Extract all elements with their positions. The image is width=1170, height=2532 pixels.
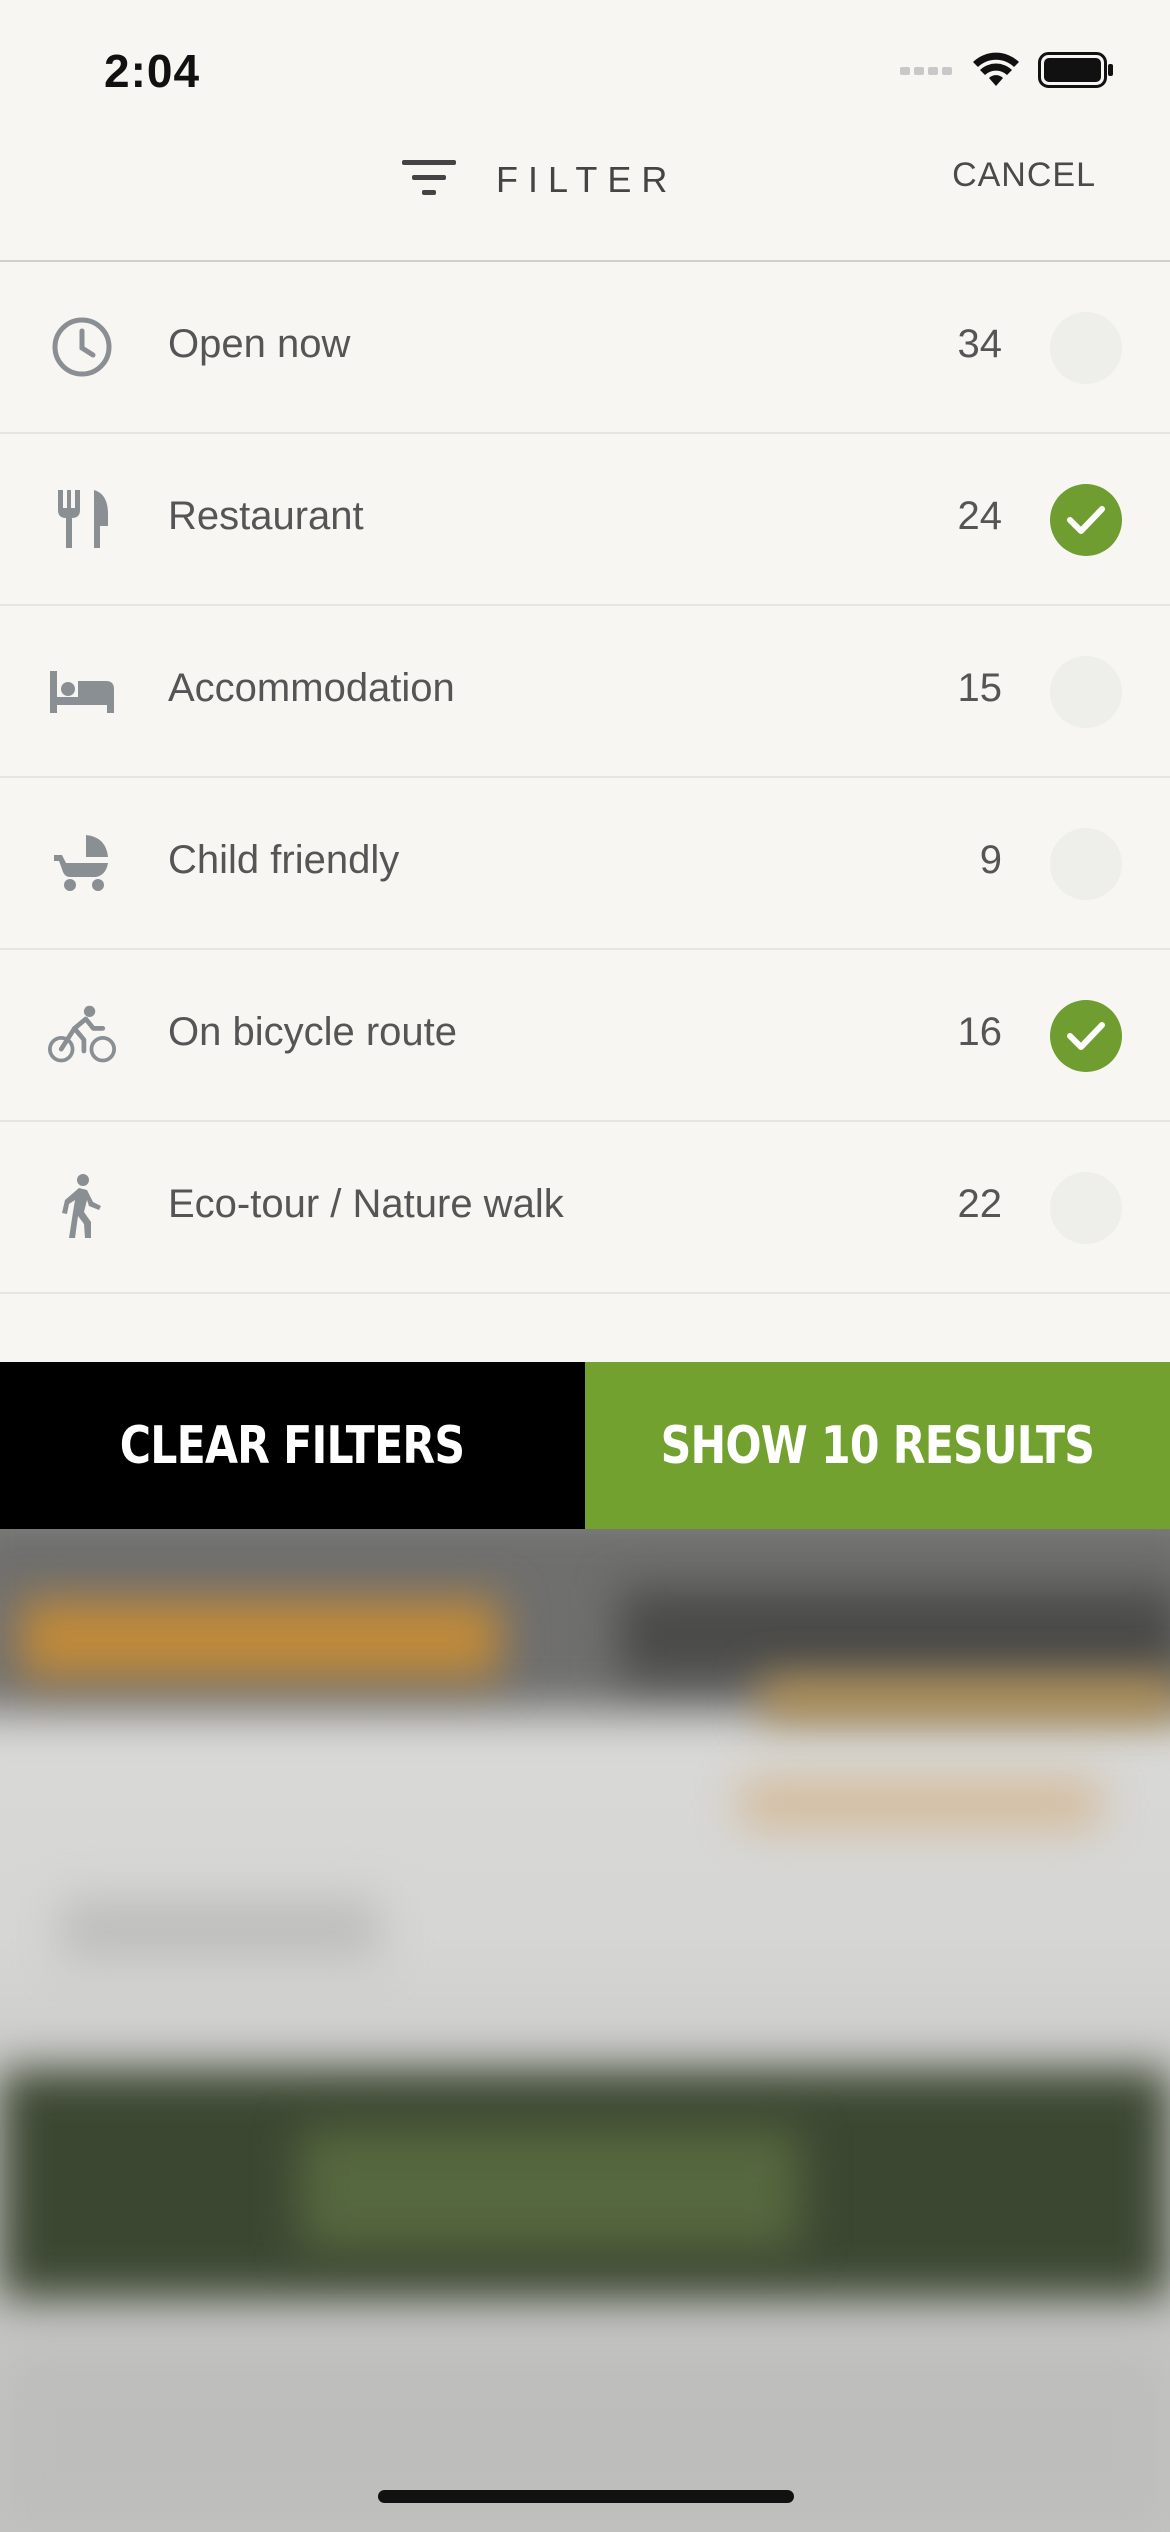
filter-checkbox-checked[interactable] [1050, 1000, 1122, 1072]
show-results-button[interactable]: SHOW 10 RESULTS [585, 1362, 1170, 1529]
cancel-button[interactable]: CANCEL [952, 156, 1096, 195]
filter-count: 15 [957, 666, 1003, 710]
bicycle-icon [48, 1001, 116, 1069]
bed-icon [48, 657, 116, 725]
filter-label: Child friendly [168, 838, 400, 882]
cellular-signal-icon [900, 63, 954, 81]
filter-checkbox[interactable] [1050, 828, 1122, 900]
checkmark-icon [1067, 1022, 1105, 1050]
status-bar: 2:04 [0, 0, 1170, 140]
walking-person-icon [48, 1173, 116, 1241]
home-indicator[interactable] [378, 2490, 794, 2503]
filter-icon [400, 157, 458, 204]
checkmark-icon [1067, 506, 1105, 534]
filter-row-eco-tour[interactable]: Eco-tour / Nature walk 22 [0, 1122, 1170, 1294]
filter-label: Restaurant [168, 494, 364, 538]
filter-checkbox[interactable] [1050, 656, 1122, 728]
wifi-icon [972, 52, 1020, 93]
filter-list: Open now 34 Restaurant 24 Accommodation [0, 262, 1170, 1294]
page-title: FILTER [496, 159, 678, 200]
filter-label: Accommodation [168, 666, 455, 710]
filter-checkbox[interactable] [1050, 1172, 1122, 1244]
show-results-label: SHOW 10 RESULTS [660, 1415, 1095, 1476]
filter-label: Open now [168, 322, 351, 366]
filter-row-bicycle-route[interactable]: On bicycle route 16 [0, 950, 1170, 1122]
filter-count: 24 [957, 494, 1003, 538]
filter-count: 16 [957, 1010, 1003, 1054]
status-icons [900, 51, 1114, 93]
filter-checkbox[interactable] [1050, 312, 1122, 384]
filter-label: Eco-tour / Nature walk [168, 1182, 564, 1226]
header-title-group: FILTER [400, 150, 677, 210]
fork-knife-icon [48, 485, 116, 553]
filter-row-child-friendly[interactable]: Child friendly 9 [0, 778, 1170, 950]
filter-row-restaurant[interactable]: Restaurant 24 [0, 434, 1170, 606]
filter-row-accommodation[interactable]: Accommodation 15 [0, 606, 1170, 778]
clear-filters-label: CLEAR FILTERS [120, 1415, 465, 1476]
filter-header: FILTER CANCEL [0, 120, 1170, 262]
filter-row-open-now[interactable]: Open now 34 [0, 262, 1170, 434]
filter-label: On bicycle route [168, 1010, 458, 1054]
filter-checkbox-checked[interactable] [1050, 484, 1122, 556]
clock-icon [48, 313, 116, 381]
filter-count: 22 [957, 1182, 1003, 1226]
filter-count: 34 [957, 322, 1003, 366]
filter-actions: CLEAR FILTERS SHOW 10 RESULTS [0, 1362, 1170, 1529]
filter-count: 9 [979, 838, 1002, 882]
clear-filters-button[interactable]: CLEAR FILTERS [0, 1362, 585, 1529]
status-time: 2:04 [104, 45, 201, 97]
battery-icon [1038, 51, 1114, 93]
stroller-icon [48, 829, 116, 897]
blurred-background-content [0, 1529, 1170, 2532]
